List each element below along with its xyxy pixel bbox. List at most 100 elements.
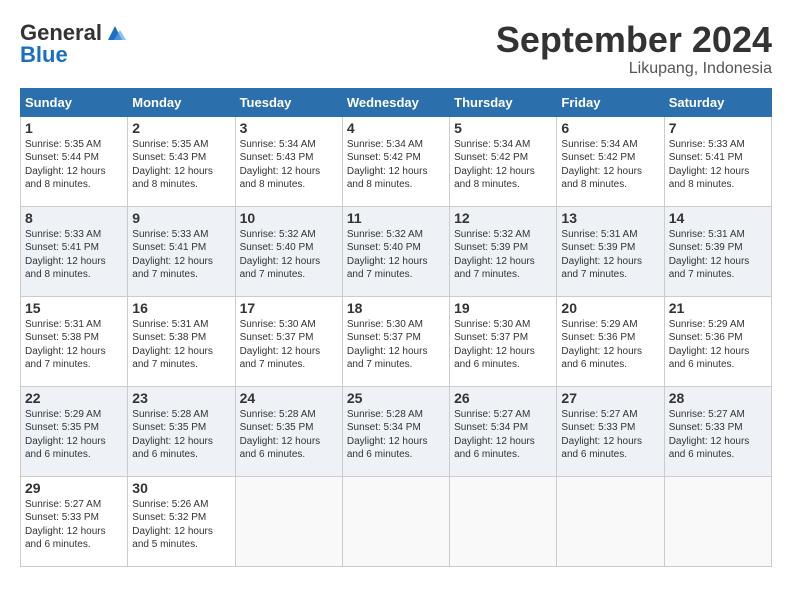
cell-details: Sunrise: 5:27 AM Sunset: 5:33 PM Dayligh… [669, 408, 767, 462]
calendar-cell [664, 476, 771, 566]
calendar-cell: 18 Sunrise: 5:30 AM Sunset: 5:37 PM Dayli… [342, 296, 449, 386]
day-number: 18 [347, 300, 445, 316]
day-number: 23 [132, 390, 230, 406]
day-number: 12 [454, 210, 552, 226]
calendar-cell: 16 Sunrise: 5:31 AM Sunset: 5:38 PM Dayli… [128, 296, 235, 386]
calendar-cell: 7 Sunrise: 5:33 AM Sunset: 5:41 PM Daylig… [664, 116, 771, 206]
cell-details: Sunrise: 5:29 AM Sunset: 5:35 PM Dayligh… [25, 408, 123, 462]
header-saturday: Saturday [664, 88, 771, 116]
cell-details: Sunrise: 5:30 AM Sunset: 5:37 PM Dayligh… [240, 318, 338, 372]
calendar-cell: 25 Sunrise: 5:28 AM Sunset: 5:34 PM Dayli… [342, 386, 449, 476]
logo-icon [104, 22, 126, 44]
day-number: 13 [561, 210, 659, 226]
cell-details: Sunrise: 5:33 AM Sunset: 5:41 PM Dayligh… [669, 138, 767, 192]
week-row-4: 22 Sunrise: 5:29 AM Sunset: 5:35 PM Dayli… [21, 386, 772, 476]
calendar-cell: 24Sunrise: 5:28 AM Sunset: 5:35 PM Dayli… [235, 386, 342, 476]
cell-details: Sunrise: 5:30 AM Sunset: 5:37 PM Dayligh… [454, 318, 552, 372]
calendar-cell: 23 Sunrise: 5:28 AM Sunset: 5:35 PM Dayli… [128, 386, 235, 476]
calendar-cell: 8 Sunrise: 5:33 AM Sunset: 5:41 PM Daylig… [21, 206, 128, 296]
calendar-cell: 15 Sunrise: 5:31 AM Sunset: 5:38 PM Dayli… [21, 296, 128, 386]
week-row-5: 29 Sunrise: 5:27 AM Sunset: 5:33 PM Dayli… [21, 476, 772, 566]
calendar-cell [557, 476, 664, 566]
day-number: 19 [454, 300, 552, 316]
calendar-cell: 30 Sunrise: 5:26 AM Sunset: 5:32 PM Dayli… [128, 476, 235, 566]
header-wednesday: Wednesday [342, 88, 449, 116]
calendar-cell: 11 Sunrise: 5:32 AM Sunset: 5:40 PM Dayli… [342, 206, 449, 296]
page-header: General Blue September 2024 Likupang, In… [20, 20, 772, 78]
day-number: 1 [25, 120, 123, 136]
calendar-cell: 5Sunrise: 5:34 AM Sunset: 5:42 PM Daylig… [450, 116, 557, 206]
day-number: 27 [561, 390, 659, 406]
calendar-cell: 17 Sunrise: 5:30 AM Sunset: 5:37 PM Dayli… [235, 296, 342, 386]
day-number: 6 [561, 120, 659, 136]
calendar-cell: 26Sunrise: 5:27 AM Sunset: 5:34 PM Dayli… [450, 386, 557, 476]
week-row-3: 15 Sunrise: 5:31 AM Sunset: 5:38 PM Dayli… [21, 296, 772, 386]
cell-details: Sunrise: 5:31 AM Sunset: 5:38 PM Dayligh… [25, 318, 123, 372]
cell-details: Sunrise: 5:32 AM Sunset: 5:40 PM Dayligh… [347, 228, 445, 282]
cell-details: Sunrise: 5:35 AM Sunset: 5:44 PM Dayligh… [25, 138, 123, 192]
week-row-1: 1 Sunrise: 5:35 AM Sunset: 5:44 PM Daylig… [21, 116, 772, 206]
day-number: 17 [240, 300, 338, 316]
calendar-cell [450, 476, 557, 566]
calendar-cell: 28 Sunrise: 5:27 AM Sunset: 5:33 PM Dayli… [664, 386, 771, 476]
calendar-cell: 9 Sunrise: 5:33 AM Sunset: 5:41 PM Daylig… [128, 206, 235, 296]
cell-details: Sunrise: 5:32 AM Sunset: 5:39 PM Dayligh… [454, 228, 552, 282]
cell-details: Sunrise: 5:30 AM Sunset: 5:37 PM Dayligh… [347, 318, 445, 372]
month-title: September 2024 [496, 20, 772, 60]
calendar-cell [342, 476, 449, 566]
cell-details: Sunrise: 5:34 AM Sunset: 5:42 PM Dayligh… [561, 138, 659, 192]
calendar-cell: 19 Sunrise: 5:30 AM Sunset: 5:37 PM Dayli… [450, 296, 557, 386]
cell-details: Sunrise: 5:32 AM Sunset: 5:40 PM Dayligh… [240, 228, 338, 282]
day-number: 24 [240, 390, 338, 406]
cell-details: Sunrise: 5:28 AM Sunset: 5:34 PM Dayligh… [347, 408, 445, 462]
cell-details: Sunrise: 5:29 AM Sunset: 5:36 PM Dayligh… [669, 318, 767, 372]
cell-details: Sunrise: 5:35 AM Sunset: 5:43 PM Dayligh… [132, 138, 230, 192]
day-number: 2 [132, 120, 230, 136]
header-sunday: Sunday [21, 88, 128, 116]
calendar-cell: 2 Sunrise: 5:35 AM Sunset: 5:43 PM Daylig… [128, 116, 235, 206]
day-number: 9 [132, 210, 230, 226]
calendar-cell: 3Sunrise: 5:34 AM Sunset: 5:43 PM Daylig… [235, 116, 342, 206]
calendar-cell: 22 Sunrise: 5:29 AM Sunset: 5:35 PM Dayli… [21, 386, 128, 476]
day-number: 29 [25, 480, 123, 496]
header-tuesday: Tuesday [235, 88, 342, 116]
day-number: 30 [132, 480, 230, 496]
logo: General Blue [20, 20, 126, 68]
cell-details: Sunrise: 5:26 AM Sunset: 5:32 PM Dayligh… [132, 498, 230, 552]
cell-details: Sunrise: 5:31 AM Sunset: 5:38 PM Dayligh… [132, 318, 230, 372]
calendar-cell [235, 476, 342, 566]
cell-details: Sunrise: 5:31 AM Sunset: 5:39 PM Dayligh… [669, 228, 767, 282]
week-row-2: 8 Sunrise: 5:33 AM Sunset: 5:41 PM Daylig… [21, 206, 772, 296]
day-number: 7 [669, 120, 767, 136]
calendar-cell: 6 Sunrise: 5:34 AM Sunset: 5:42 PM Daylig… [557, 116, 664, 206]
day-number: 22 [25, 390, 123, 406]
day-number: 16 [132, 300, 230, 316]
day-number: 4 [347, 120, 445, 136]
cell-details: Sunrise: 5:34 AM Sunset: 5:42 PM Dayligh… [454, 138, 552, 192]
header-friday: Friday [557, 88, 664, 116]
cell-details: Sunrise: 5:27 AM Sunset: 5:33 PM Dayligh… [25, 498, 123, 552]
header-monday: Monday [128, 88, 235, 116]
day-number: 28 [669, 390, 767, 406]
calendar-cell: 12 Sunrise: 5:32 AM Sunset: 5:39 PM Dayli… [450, 206, 557, 296]
day-number: 20 [561, 300, 659, 316]
cell-details: Sunrise: 5:34 AM Sunset: 5:42 PM Dayligh… [347, 138, 445, 192]
calendar-cell: 27Sunrise: 5:27 AM Sunset: 5:33 PM Dayli… [557, 386, 664, 476]
calendar-cell: 1 Sunrise: 5:35 AM Sunset: 5:44 PM Daylig… [21, 116, 128, 206]
calendar-cell: 10 Sunrise: 5:32 AM Sunset: 5:40 PM Dayli… [235, 206, 342, 296]
day-number: 25 [347, 390, 445, 406]
cell-details: Sunrise: 5:31 AM Sunset: 5:39 PM Dayligh… [561, 228, 659, 282]
cell-details: Sunrise: 5:33 AM Sunset: 5:41 PM Dayligh… [132, 228, 230, 282]
day-number: 8 [25, 210, 123, 226]
day-number: 15 [25, 300, 123, 316]
day-number: 10 [240, 210, 338, 226]
cell-details: Sunrise: 5:28 AM Sunset: 5:35 PM Dayligh… [132, 408, 230, 462]
day-number: 14 [669, 210, 767, 226]
cell-details: Sunrise: 5:33 AM Sunset: 5:41 PM Dayligh… [25, 228, 123, 282]
day-number: 21 [669, 300, 767, 316]
title-block: September 2024 Likupang, Indonesia [496, 20, 772, 78]
calendar-cell: 29 Sunrise: 5:27 AM Sunset: 5:33 PM Dayli… [21, 476, 128, 566]
header-row: SundayMondayTuesdayWednesdayThursdayFrid… [21, 88, 772, 116]
calendar-cell: 21 Sunrise: 5:29 AM Sunset: 5:36 PM Dayli… [664, 296, 771, 386]
day-number: 11 [347, 210, 445, 226]
